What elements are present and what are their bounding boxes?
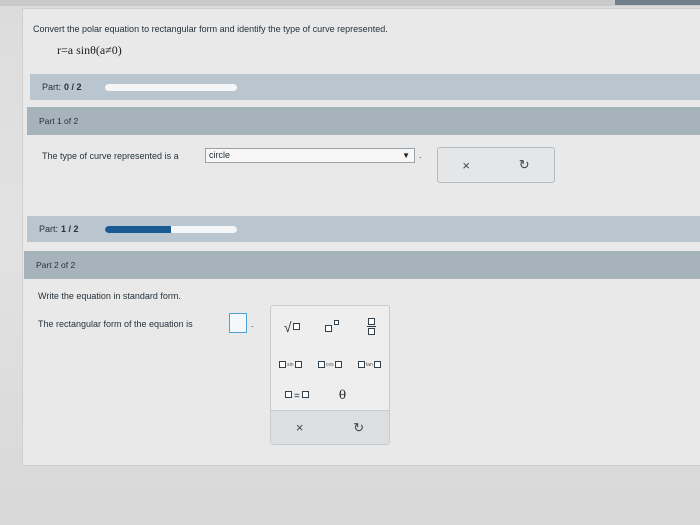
placeholder-box: [368, 328, 376, 335]
part-progress-text: 0 / 2: [64, 82, 82, 92]
cos-button[interactable]: cos: [317, 356, 342, 374]
part-label: Part:: [39, 224, 59, 234]
undo-button[interactable]: ↻: [519, 157, 530, 173]
top-bar-accent: [615, 0, 700, 5]
placeholder-box: [292, 323, 300, 330]
question-prompt: Convert the polar equation to rectangula…: [33, 24, 388, 34]
answer-period: .: [251, 319, 254, 329]
math-palette: √ sin cos tan = θ × ↻: [270, 305, 390, 445]
rectangular-form-sentence: The rectangular form of the equation is: [38, 319, 193, 329]
progress-track-1: [105, 84, 237, 91]
progress-track-2: [105, 226, 237, 233]
placeholder-box: [334, 319, 340, 325]
placeholder-box: [325, 324, 333, 332]
answer-input[interactable]: [229, 313, 247, 333]
dropdown-arrow-icon: ▼: [402, 151, 410, 160]
equals-button[interactable]: =: [285, 386, 309, 404]
part-label: Part:: [42, 82, 62, 92]
clear-button[interactable]: ×: [462, 158, 470, 173]
dropdown-value: circle: [209, 150, 231, 160]
palette-clear-button[interactable]: ×: [296, 420, 304, 435]
theta-button[interactable]: θ: [339, 388, 346, 402]
part-header-2: Part 2 of 2: [24, 251, 700, 279]
placeholder-box: [368, 318, 376, 325]
part1-action-box: × ↻: [437, 147, 555, 183]
standard-form-instruction: Write the equation in standard form.: [38, 291, 181, 301]
fraction-button[interactable]: [367, 318, 377, 335]
curve-type-dropdown[interactable]: circle ▼: [205, 148, 415, 163]
part-progress-text: 1 / 2: [61, 224, 79, 234]
tan-button[interactable]: tan: [357, 356, 381, 374]
curve-type-sentence: The type of curve represented is a: [42, 151, 179, 161]
top-bar: [0, 0, 700, 6]
progress-fill-2: [105, 226, 171, 233]
part-header-1: Part 1 of 2: [27, 107, 700, 135]
exponent-button[interactable]: [325, 319, 341, 334]
sentence-period: .: [419, 150, 422, 160]
sin-button[interactable]: sin: [279, 356, 302, 374]
palette-footer: × ↻: [271, 410, 389, 444]
polar-equation: r=a sinθ(a≠0): [57, 43, 122, 57]
sqrt-button[interactable]: √: [284, 319, 300, 335]
palette-undo-button[interactable]: ↻: [353, 420, 364, 436]
